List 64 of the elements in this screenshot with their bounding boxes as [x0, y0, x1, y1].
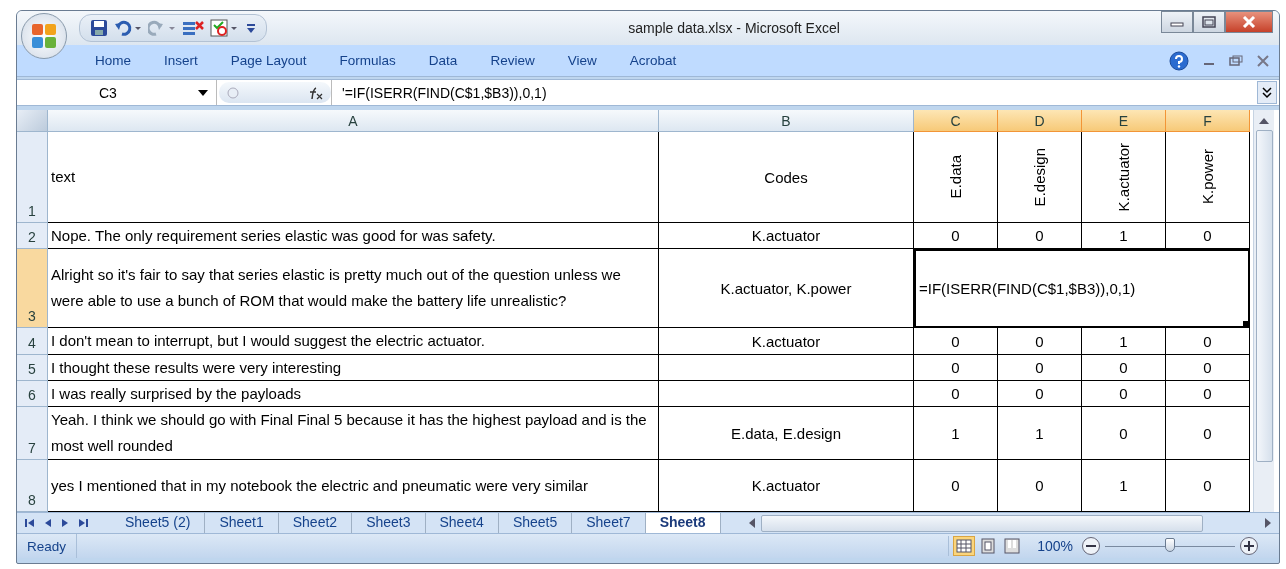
column-header[interactable]: B	[659, 110, 914, 132]
ribbon-tab[interactable]: Review	[472, 53, 550, 68]
table-cell: 0	[1166, 223, 1250, 249]
table-cell: 1	[1082, 328, 1166, 355]
table-cell: K.actuator	[659, 223, 914, 249]
selected-cell[interactable]: =IF(ISERR(FIND(C$1,$B3)),0,1)	[914, 249, 1250, 328]
name-box[interactable]: C3	[17, 80, 217, 105]
table-cell: 0	[1082, 355, 1166, 381]
table-cell: 0	[914, 328, 998, 355]
table-cell: K.actuator	[659, 328, 914, 355]
table-cell: 0	[1166, 355, 1250, 381]
ribbon-tab[interactable]: View	[549, 53, 612, 68]
column-header[interactable]: F	[1166, 110, 1250, 132]
row-header[interactable]: 5	[17, 355, 48, 381]
table-cell: E.data, E.design	[659, 407, 914, 460]
table-cell: 1	[1082, 223, 1166, 249]
row-header[interactable]: 8	[17, 460, 48, 512]
table-cell: 0	[998, 328, 1082, 355]
table-cell: K.actuator, K.power	[659, 249, 914, 328]
ribbon-tab[interactable]: Insert	[146, 53, 213, 68]
row-header[interactable]: 3	[17, 249, 48, 328]
table-cell: E.design	[998, 132, 1082, 223]
column-header[interactable]: C	[914, 110, 998, 132]
ribbon-tab[interactable]: Acrobat	[611, 53, 692, 68]
column-header[interactable]: E	[1082, 110, 1166, 132]
sheet-tab[interactable]: Sheet8	[645, 513, 721, 533]
table-cell: 0	[1082, 407, 1166, 460]
row-header[interactable]: 6	[17, 381, 48, 407]
table-cell: 0	[914, 223, 998, 249]
ribbon-tab[interactable]: Data	[410, 53, 473, 68]
table-cell: I was really surprised by the payloads	[48, 381, 659, 407]
row-header[interactable]: 7	[17, 407, 48, 460]
table-cell: text	[48, 132, 659, 223]
table-cell: 0	[1166, 328, 1250, 355]
table-cell: E.data	[914, 132, 998, 223]
table-cell: K.actuator	[1082, 132, 1166, 223]
table-cell: Codes	[659, 132, 914, 223]
column-header[interactable]: A	[48, 110, 659, 132]
table-cell: Yeah. I think we should go with Final Final 5 because it has the highest payload and is the most well rounded	[48, 407, 659, 460]
table-cell: I don't mean to interrupt, but I would suggest the electric actuator.	[48, 328, 659, 355]
table-cell: 0	[998, 223, 1082, 249]
table-cell: I thought these results were very interesting	[48, 355, 659, 381]
table-cell: K.power	[1166, 132, 1250, 223]
row-header[interactable]: 4	[17, 328, 48, 355]
table-cell: 0	[1166, 407, 1250, 460]
row-header[interactable]: 1	[17, 132, 48, 223]
column-header[interactable]: D	[998, 110, 1082, 132]
table-cell: Nope. The only requirement series elastic was good for was safety.	[48, 223, 659, 249]
ribbon-tab[interactable]: Home	[77, 53, 146, 68]
table-cell: 0	[914, 355, 998, 381]
zoom-level[interactable]: 100%	[1037, 538, 1073, 554]
table-cell: 0	[1166, 381, 1250, 407]
ribbon-tab[interactable]: Page Layout	[212, 53, 322, 68]
ribbon-tab[interactable]: Formulas	[321, 53, 411, 68]
table-cell: 1	[914, 407, 998, 460]
table-cell: Alright so it's fair to say that series elastic is pretty much out of the question unless we were able to use a bunch of ROM that would make the battery life unrealistic?	[48, 249, 659, 328]
window-title: sample data.xlsx - Microsoft Excel	[627, 20, 841, 36]
table-cell: 0	[998, 355, 1082, 381]
status-text: Ready	[17, 534, 78, 558]
row-header[interactable]: 2	[17, 223, 48, 249]
table-cell: 0	[998, 381, 1082, 407]
table-cell: 0	[914, 381, 998, 407]
table-cell: 1	[998, 407, 1082, 460]
table-cell: 0	[1082, 381, 1166, 407]
